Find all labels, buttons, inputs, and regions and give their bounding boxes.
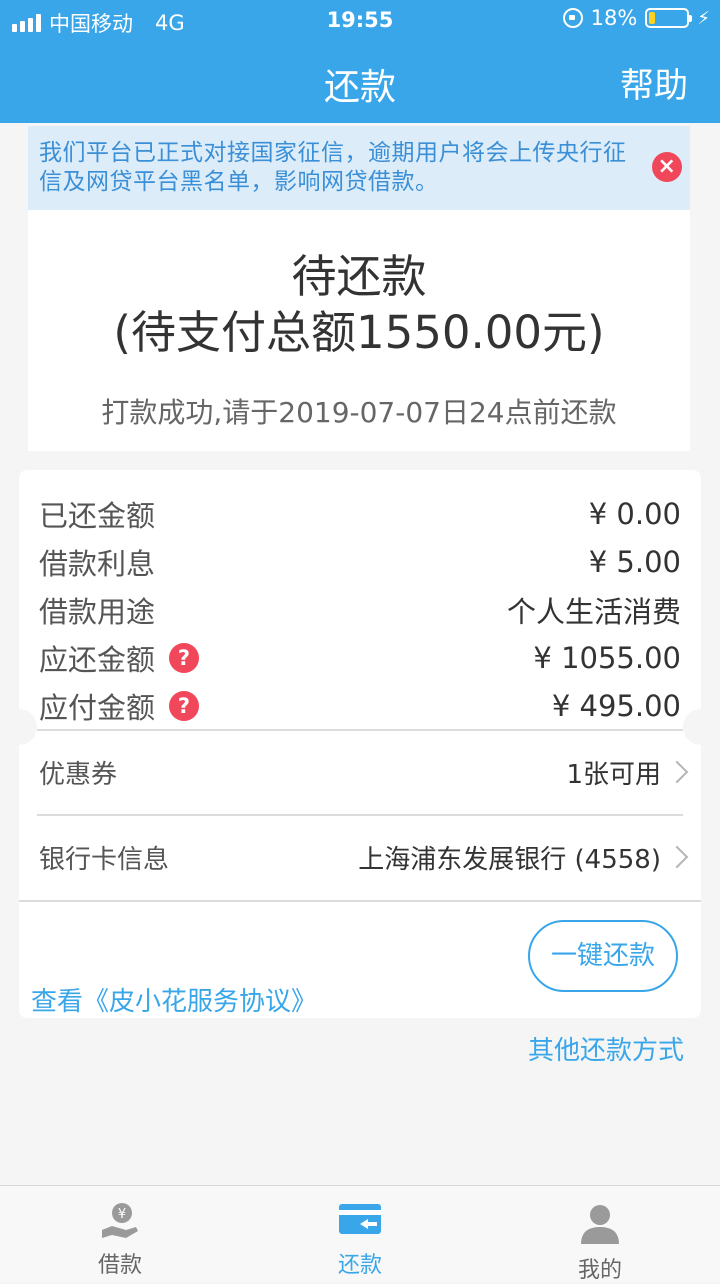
repayment-status-card: 待还款 (待支付总额1550.00元) 打款成功,请于2019-07-07日24…	[28, 210, 690, 451]
detail-value: ¥ 5.00	[588, 545, 681, 579]
status-bar: 中国移动 4G 19:55 18% ⚡	[0, 0, 720, 40]
loan-icon: ¥	[102, 1203, 138, 1238]
question-icon[interactable]: ?	[169, 691, 200, 721]
close-icon[interactable]: ×	[652, 152, 682, 182]
detail-value: ¥ 1055.00	[533, 641, 681, 675]
page-title: 还款	[323, 67, 396, 108]
detail-row-repaid: 已还金额 ¥ 0.00	[39, 492, 681, 536]
battery-level	[649, 12, 656, 24]
app-header: 中国移动 4G 19:55 18% ⚡ 还款 帮助	[0, 0, 720, 123]
detail-value: ¥ 0.00	[588, 497, 681, 531]
detail-value: 个人生活消费	[506, 595, 681, 629]
coupon-value: 1张可用	[566, 759, 661, 790]
tab-label: 还款	[337, 1253, 382, 1278]
bank-card-value-wrap: 上海浦东发展银行 (4558)	[358, 839, 689, 876]
bank-card-row[interactable]: 银行卡信息 上海浦东发展银行 (4558)	[39, 827, 689, 887]
card-notch-left	[1, 709, 37, 745]
detail-label: 应还金额	[39, 643, 156, 677]
tab-label: 借款	[97, 1253, 142, 1278]
rotation-lock-icon	[562, 8, 583, 28]
chevron-right-icon	[665, 845, 689, 869]
detail-label: 已还金额	[39, 499, 156, 533]
detail-value: ¥ 495.00	[551, 689, 681, 723]
service-agreement-link[interactable]: 查看《皮小花服务协议》	[31, 981, 317, 1018]
status-right: 18% ⚡	[562, 6, 710, 30]
detail-row-amount-due: 应还金额 ? ¥ 1055.00	[39, 636, 681, 680]
tab-loan[interactable]: ¥ 借款	[0, 1186, 240, 1281]
divider	[19, 900, 701, 902]
card-notch-right	[683, 709, 719, 745]
detail-label: 借款利息	[39, 547, 156, 581]
help-button[interactable]: 帮助	[620, 58, 688, 107]
detail-label-with-help: 应还金额 ?	[39, 637, 200, 679]
other-repayment-methods-link[interactable]: 其他还款方式	[528, 1030, 684, 1067]
divider	[37, 814, 683, 816]
notice-banner: 我们平台已正式对接国家征信，逾期用户将会上传央行征信及网贷平台黑名单，影响网贷借…	[28, 126, 690, 210]
tab-label: 我的	[577, 1258, 622, 1283]
coupon-label: 优惠券	[39, 759, 118, 790]
divider	[37, 729, 683, 731]
tab-mine[interactable]: 我的	[480, 1186, 720, 1283]
notice-text: 我们平台已正式对接国家征信，逾期用户将会上传央行征信及网贷平台黑名单，影响网贷借…	[39, 140, 627, 195]
coupon-value-wrap: 1张可用	[566, 754, 689, 791]
detail-label-with-help: 应付金额 ?	[39, 685, 200, 727]
detail-row-purpose: 借款用途 个人生活消费	[39, 588, 681, 632]
coupon-row[interactable]: 优惠券 1张可用	[39, 742, 689, 802]
detail-label: 应付金额	[39, 691, 156, 725]
tab-repay[interactable]: 还款	[240, 1186, 480, 1281]
charging-icon: ⚡	[697, 7, 710, 29]
bottom-tab-bar: ¥ 借款 还款 我的	[0, 1185, 720, 1283]
detail-label: 借款用途	[39, 595, 156, 629]
battery-percent: 18%	[590, 6, 638, 30]
loan-details-card: 已还金额 ¥ 0.00 借款利息 ¥ 5.00 借款用途 个人生活消费 应还金额…	[19, 470, 701, 1018]
question-icon[interactable]: ?	[169, 643, 200, 673]
due-date-note: 打款成功,请于2019-07-07日24点前还款	[101, 396, 617, 429]
bank-card-label: 银行卡信息	[39, 844, 170, 875]
user-icon	[581, 1205, 619, 1244]
total-due: (待支付总额1550.00元)	[113, 306, 605, 359]
detail-row-interest: 借款利息 ¥ 5.00	[39, 540, 681, 584]
detail-row-amount-payable: 应付金额 ? ¥ 495.00	[39, 684, 681, 728]
battery-icon	[645, 8, 693, 28]
svg-text:¥: ¥	[118, 1207, 126, 1222]
repay-card-icon	[339, 1204, 381, 1234]
one-click-repay-button[interactable]: 一键还款	[528, 920, 678, 992]
bank-card-value: 上海浦东发展银行 (4558)	[358, 844, 661, 875]
chevron-right-icon	[665, 760, 689, 784]
